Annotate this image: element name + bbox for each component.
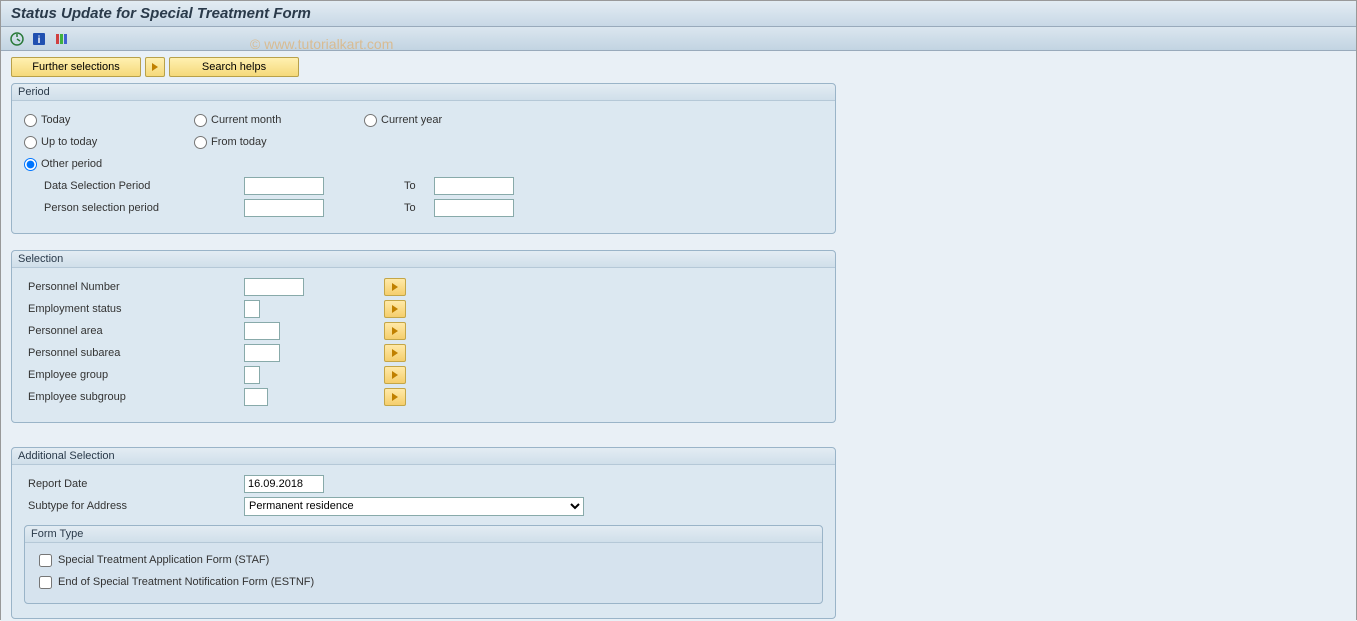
group-legend: Additional Selection: [12, 448, 835, 465]
report-date-label: Report Date: [24, 478, 244, 490]
radio-label: Current year: [381, 114, 442, 126]
group-legend: Form Type: [25, 526, 822, 543]
checkbox-label: End of Special Treatment Notification Fo…: [58, 576, 314, 588]
to-label: To: [384, 180, 434, 192]
estnf-checkbox-input[interactable]: [39, 576, 52, 589]
period-group: Period Today Current month Current year …: [11, 83, 836, 234]
data-selection-from-input[interactable]: [244, 177, 324, 195]
additional-selection-group: Additional Selection Report Date Subtype…: [11, 447, 836, 619]
person-selection-from-input[interactable]: [244, 199, 324, 217]
radio-up-to-today[interactable]: Up to today: [24, 136, 194, 149]
multiple-selection-button[interactable]: [384, 300, 406, 318]
multiple-selection-button[interactable]: [384, 388, 406, 406]
search-helps-arrow-button[interactable]: [145, 57, 165, 77]
variant-icon[interactable]: [53, 31, 69, 47]
radio-from-today[interactable]: From today: [194, 136, 364, 149]
button-label: Search helps: [202, 61, 266, 73]
data-selection-to-input[interactable]: [434, 177, 514, 195]
employee-group-input[interactable]: [244, 366, 260, 384]
employment-status-input[interactable]: [244, 300, 260, 318]
personnel-area-label: Personnel area: [24, 325, 244, 337]
radio-label: Today: [41, 114, 70, 126]
radio-current-year[interactable]: Current year: [364, 114, 534, 127]
radio-label: Other period: [41, 158, 102, 170]
multiple-selection-button[interactable]: [384, 366, 406, 384]
group-legend: Period: [12, 84, 835, 101]
to-label: To: [384, 202, 434, 214]
multiple-selection-button[interactable]: [384, 278, 406, 296]
employment-status-label: Employment status: [24, 303, 244, 315]
personnel-number-input[interactable]: [244, 278, 304, 296]
button-label: Further selections: [32, 61, 119, 73]
svg-text:i: i: [38, 35, 41, 46]
data-selection-period-label: Data Selection Period: [24, 180, 244, 192]
radio-label: Up to today: [41, 136, 97, 148]
execute-icon[interactable]: [9, 31, 25, 47]
action-button-row: Further selections Search helps: [1, 51, 1356, 83]
personnel-subarea-input[interactable]: [244, 344, 280, 362]
person-selection-to-input[interactable]: [434, 199, 514, 217]
multiple-selection-button[interactable]: [384, 344, 406, 362]
employee-group-label: Employee group: [24, 369, 244, 381]
person-selection-period-label: Person selection period: [24, 202, 244, 214]
employee-subgroup-label: Employee subgroup: [24, 391, 244, 403]
estnf-checkbox[interactable]: End of Special Treatment Notification Fo…: [35, 571, 812, 593]
radio-current-month[interactable]: Current month: [194, 114, 364, 127]
page-title: Status Update for Special Treatment Form: [11, 5, 1346, 22]
further-selections-button[interactable]: Further selections: [11, 57, 141, 77]
group-legend: Selection: [12, 251, 835, 268]
app-toolbar: i: [1, 27, 1356, 51]
form-type-group: Form Type Special Treatment Application …: [24, 525, 823, 604]
personnel-subarea-label: Personnel subarea: [24, 347, 244, 359]
main-scroll-area[interactable]: Further selections Search helps Period T…: [1, 51, 1356, 621]
staf-checkbox-input[interactable]: [39, 554, 52, 567]
title-bar: Status Update for Special Treatment Form: [1, 1, 1356, 27]
employee-subgroup-input[interactable]: [244, 388, 268, 406]
subtype-address-select[interactable]: Permanent residence: [244, 497, 584, 516]
radio-label: From today: [211, 136, 267, 148]
subtype-address-label: Subtype for Address: [24, 500, 244, 512]
arrow-right-icon: [392, 349, 398, 357]
staf-checkbox[interactable]: Special Treatment Application Form (STAF…: [35, 549, 812, 571]
info-icon[interactable]: i: [31, 31, 47, 47]
arrow-right-icon: [152, 63, 158, 71]
checkbox-label: Special Treatment Application Form (STAF…: [58, 554, 269, 566]
selection-group: Selection Personnel Number Employment st…: [11, 250, 836, 423]
arrow-right-icon: [392, 327, 398, 335]
radio-today[interactable]: Today: [24, 114, 194, 127]
arrow-right-icon: [392, 371, 398, 379]
report-date-input[interactable]: [244, 475, 324, 493]
multiple-selection-button[interactable]: [384, 322, 406, 340]
radio-label: Current month: [211, 114, 281, 126]
arrow-right-icon: [392, 305, 398, 313]
radio-other-period[interactable]: Other period: [24, 158, 194, 171]
search-helps-button[interactable]: Search helps: [169, 57, 299, 77]
personnel-area-input[interactable]: [244, 322, 280, 340]
arrow-right-icon: [392, 283, 398, 291]
personnel-number-label: Personnel Number: [24, 281, 244, 293]
arrow-right-icon: [392, 393, 398, 401]
